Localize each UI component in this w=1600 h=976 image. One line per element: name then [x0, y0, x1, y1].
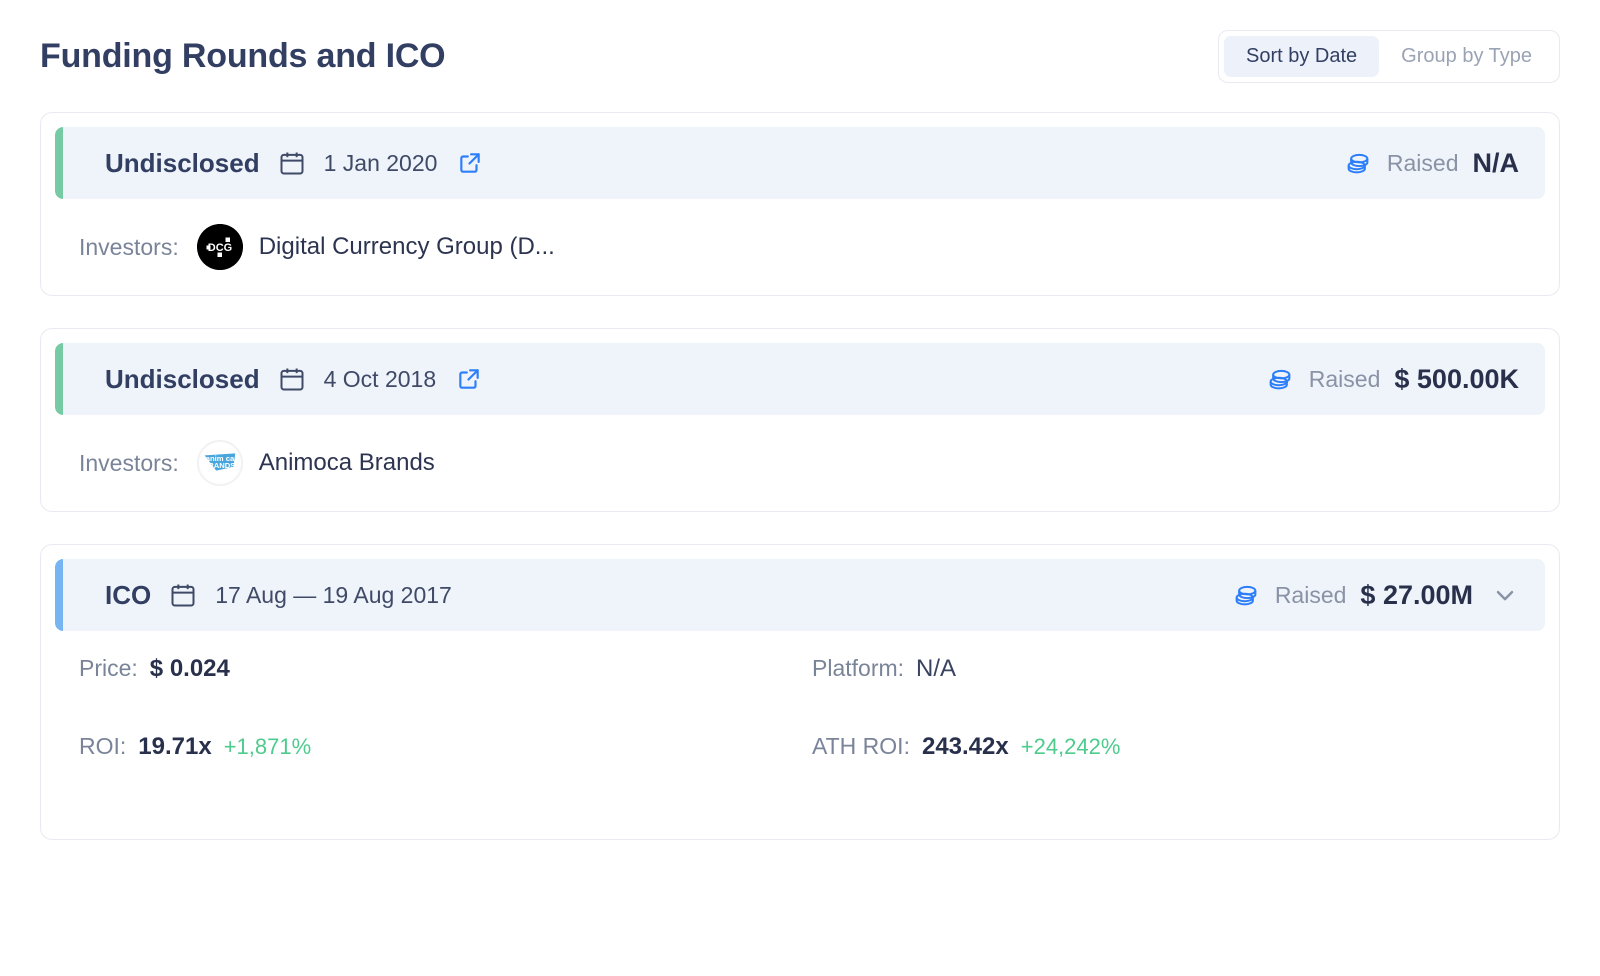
chevron-down-icon[interactable] — [1491, 581, 1519, 609]
investors-label: Investors: — [79, 233, 179, 260]
raised-label: Raised — [1308, 365, 1381, 392]
round-header-band: Undisclosed 1 Jan 2020 Raised N/A — [55, 127, 1545, 199]
investor-name: Digital Currency Group (D... — [258, 233, 555, 260]
round-raised: Raised $ 500.00K — [1265, 364, 1519, 395]
roi-delta: +1,871% — [223, 734, 312, 759]
tab-sort-by-date[interactable]: Sort by Date — [1224, 35, 1380, 77]
ath-roi-value: 243.42x — [921, 733, 1009, 760]
round-raised: Raised $ 27.00M — [1231, 580, 1519, 611]
animoca-brands-logo-icon: anim ca BRANDS — [196, 440, 243, 486]
round-accent-bar — [55, 559, 63, 631]
price-value: $ 0.024 — [149, 655, 230, 682]
funding-rounds-page: Funding Rounds and ICO Sort by Date Grou… — [0, 0, 1600, 976]
round-accent-bar — [55, 127, 63, 199]
ico-price: Price: $ 0.024 — [79, 655, 812, 733]
svg-text:BRANDS: BRANDS — [202, 461, 235, 470]
price-label: Price: — [79, 655, 138, 681]
round-date: 1 Jan 2020 — [323, 149, 438, 176]
calendar-icon — [169, 581, 197, 609]
tab-group-by-type[interactable]: Group by Type — [1379, 36, 1554, 77]
investors-row: Investors: DCG Digital Currency Group (D… — [55, 199, 1545, 295]
coins-icon — [1231, 580, 1261, 610]
platform-label: Platform: — [812, 655, 905, 681]
ico-details-grid: Price: $ 0.024 Platform: N/A ROI: 19.71x… — [55, 631, 1545, 839]
round-type-label: Undisclosed — [105, 147, 260, 178]
round-accent-bar — [55, 343, 63, 415]
svg-text:DCG: DCG — [207, 242, 231, 254]
view-toggle-group: Sort by Date Group by Type — [1218, 29, 1560, 83]
raised-value: N/A — [1472, 147, 1520, 178]
roi-label: ROI: — [79, 733, 127, 759]
raised-value: $ 27.00M — [1360, 579, 1473, 610]
raised-value: $ 500.00K — [1394, 363, 1519, 394]
round-raised: Raised N/A — [1343, 148, 1519, 179]
round-summary: Undisclosed 4 Oct 2018 — [55, 364, 482, 395]
external-link-icon[interactable] — [456, 366, 482, 392]
investor-name: Animoca Brands — [258, 449, 435, 476]
round-header-band: Undisclosed 4 Oct 2018 Raised $ 500.00K — [55, 343, 1545, 415]
round-date: 17 Aug — 19 Aug 2017 — [215, 581, 452, 608]
ico-round-card: ICO 17 Aug — 19 Aug 2017 Raised $ 27.00M… — [40, 544, 1560, 840]
round-date: 4 Oct 2018 — [323, 365, 437, 392]
external-link-icon[interactable] — [457, 150, 483, 176]
round-header-band: ICO 17 Aug — 19 Aug 2017 Raised $ 27.00M — [55, 559, 1545, 631]
ath-roi-delta: +24,242% — [1020, 734, 1121, 759]
ath-roi-label: ATH ROI: — [812, 733, 910, 759]
calendar-icon — [278, 149, 306, 177]
round-type-label: Undisclosed — [105, 363, 260, 394]
round-type-label: ICO — [105, 579, 152, 610]
investor-item[interactable]: anim ca BRANDS Animoca Brands — [196, 440, 435, 486]
roi-value: 19.71x — [138, 733, 212, 760]
page-header: Funding Rounds and ICO Sort by Date Grou… — [40, 0, 1560, 112]
ico-roi: ROI: 19.71x +1,871% — [79, 733, 812, 811]
platform-value: N/A — [916, 655, 957, 682]
investors-label: Investors: — [79, 449, 179, 476]
page-title: Funding Rounds and ICO — [40, 36, 446, 75]
round-summary: Undisclosed 1 Jan 2020 — [55, 148, 483, 179]
coins-icon — [1343, 148, 1373, 178]
raised-label: Raised — [1274, 581, 1347, 608]
investor-item[interactable]: DCG Digital Currency Group (D... — [196, 224, 555, 270]
calendar-icon — [278, 365, 306, 393]
coins-icon — [1265, 364, 1295, 394]
dcg-logo-icon: DCG — [196, 224, 243, 270]
ico-platform: Platform: N/A — [812, 655, 1545, 733]
funding-round-card: Undisclosed 1 Jan 2020 Raised N/A Invest… — [40, 112, 1560, 296]
investors-row: Investors: anim ca BRANDS Animoca Brands — [55, 415, 1545, 511]
raised-label: Raised — [1386, 149, 1459, 176]
funding-round-card: Undisclosed 4 Oct 2018 Raised $ 500.00K … — [40, 328, 1560, 512]
round-summary: ICO 17 Aug — 19 Aug 2017 — [55, 580, 452, 611]
ico-ath-roi: ATH ROI: 243.42x +24,242% — [812, 733, 1545, 811]
